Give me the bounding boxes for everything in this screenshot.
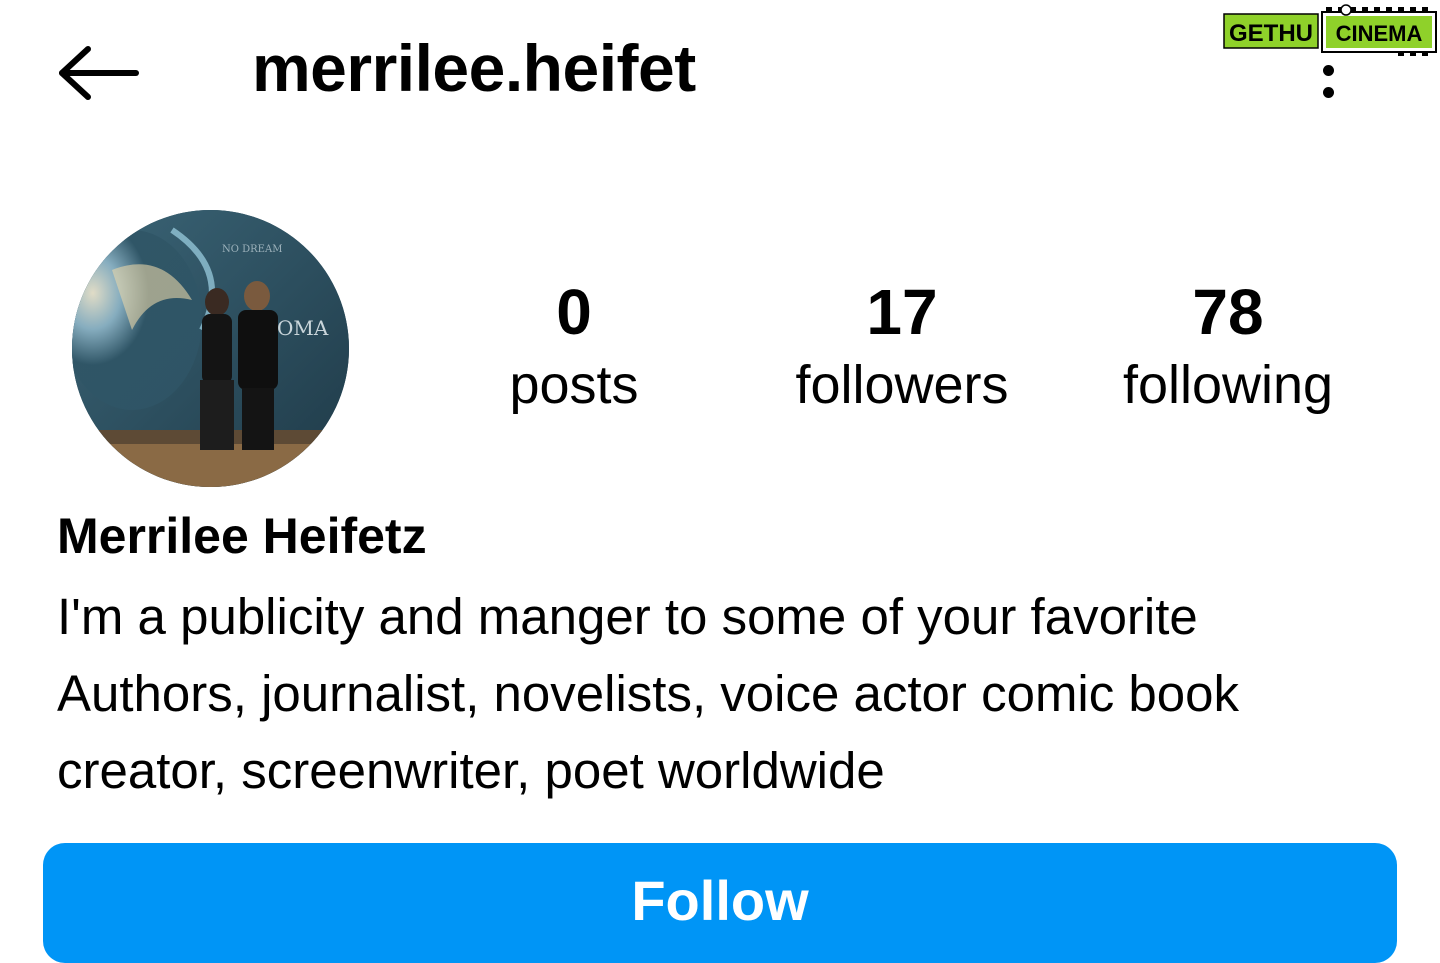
back-button[interactable] [52, 38, 144, 108]
more-vertical-icon-dot [1322, 87, 1334, 98]
followers-count: 17 [866, 276, 938, 348]
profile-username: merrilee.heifet [252, 31, 696, 105]
profile-stats: 0 posts 17 followers 78 following [0, 270, 1440, 440]
stat-following[interactable]: 78 following [1078, 270, 1378, 420]
follow-button[interactable]: Follow [43, 843, 1397, 963]
svg-text:NO DREAM: NO DREAM [222, 244, 282, 255]
posts-count: 0 [556, 276, 592, 348]
profile-bio: I'm a publicity and manger to some of yo… [57, 578, 1427, 809]
following-label: following [1122, 355, 1334, 415]
arrow-left-icon [59, 46, 139, 100]
bio-line: creator, screenwriter, poet worldwide [57, 742, 885, 799]
bio-line: I'm a publicity and manger to some of yo… [57, 588, 1198, 645]
profile-display-name: Merrilee Heifetz [57, 508, 427, 564]
profile-header: merrilee.heifet GETHU CINEMA [0, 0, 1440, 140]
stat-posts[interactable]: 0 posts [424, 270, 724, 420]
following-count: 78 [1192, 276, 1264, 348]
watermark-left-text: GETHU [1229, 20, 1313, 47]
posts-label: posts [509, 355, 639, 415]
more-vertical-icon-dot [1322, 64, 1334, 76]
watermark-logo: GETHU CINEMA [1223, 4, 1437, 56]
watermark-right-text: CINEMA [1336, 21, 1423, 46]
stat-followers[interactable]: 17 followers [752, 270, 1052, 420]
bio-line: Authors, journalist, novelists, voice ac… [57, 665, 1240, 722]
followers-label: followers [795, 355, 1009, 415]
